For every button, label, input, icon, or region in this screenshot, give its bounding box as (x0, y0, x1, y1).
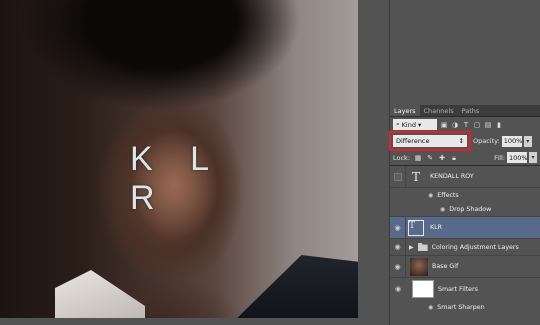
layer-effect-drop-shadow[interactable]: ◉ Drop Shadow (390, 202, 540, 217)
pixel-filter-icon[interactable]: ▣ (440, 121, 448, 129)
hair-shading (20, 0, 300, 120)
filter-kind-select[interactable]: ⌕ Kind ▾ (393, 119, 437, 130)
document-canvas-area: K L R (0, 0, 389, 325)
fill-label: Fill: (494, 153, 505, 162)
effects-label: Effects (437, 191, 459, 199)
eye-icon[interactable]: ◉ (428, 304, 433, 311)
panel-empty-area (390, 0, 540, 105)
visibility-toggle-off[interactable] (390, 166, 406, 187)
layer-name: KLR (430, 224, 443, 231)
eye-icon[interactable]: ◉ (390, 239, 406, 255)
lock-label: Lock: (393, 153, 411, 162)
eye-icon[interactable]: ◉ (390, 217, 406, 238)
opacity-input[interactable]: 100% (501, 135, 522, 147)
smart-sharpen-label: Smart Sharpen (437, 303, 485, 311)
opacity-slider-toggle[interactable]: ▾ (523, 135, 532, 147)
layer-filter-smart-sharpen[interactable]: ◉ Smart Sharpen (390, 300, 540, 314)
fill-input[interactable]: 100% (507, 152, 528, 163)
type-layer-thumbnail: T (406, 219, 426, 237)
adjustment-filter-icon[interactable]: ◑ (451, 121, 459, 129)
tab-channels[interactable]: Channels (420, 105, 458, 116)
lock-position-icon[interactable]: ✚ (438, 154, 446, 162)
blend-mode-select[interactable]: Difference ↕ (389, 131, 471, 151)
expand-triangle-icon[interactable]: ▶ (409, 244, 414, 251)
opacity-label: Opacity: (473, 137, 500, 145)
kind-label: Kind (401, 120, 416, 129)
type-icon: T (411, 169, 420, 184)
chevron-down-icon: ▾ (417, 120, 422, 129)
magnify-icon: ⌕ (396, 120, 400, 128)
smart-object-thumbnail (410, 257, 428, 276)
tab-layers[interactable]: Layers (390, 105, 420, 116)
folder-icon (417, 243, 428, 251)
layer-smart-filters[interactable]: ◉ Smart Filters (390, 278, 540, 300)
layer-effects-row[interactable]: ◉ Effects (390, 188, 540, 202)
drop-shadow-label: Drop Shadow (449, 205, 492, 213)
lock-all-icon[interactable]: 🔒︎ (450, 154, 458, 162)
smart-object-filter-icon[interactable]: ▤ (484, 121, 492, 129)
layer-list: T KENDALL ROY ◉ Effects ◉ Drop Shadow ◉ … (390, 165, 540, 314)
blend-mode-value: Difference (396, 137, 430, 145)
layer-group-coloring[interactable]: ◉ ▶ Coloring Adjustment Layers (390, 239, 540, 256)
layer-name: KENDALL ROY (430, 173, 474, 180)
layer-name: Coloring Adjustment Layers (431, 243, 519, 251)
canvas-overlay-text[interactable]: K L R (130, 140, 240, 218)
type-filter-icon[interactable]: T (462, 121, 470, 129)
lock-pixels-icon[interactable]: ✎ (426, 154, 434, 162)
panel-tabs: Layers Channels Paths (390, 105, 540, 117)
layer-base-gif[interactable]: ◉ Base Gif (390, 256, 540, 278)
eye-icon[interactable]: ◉ (428, 192, 433, 199)
layer-filter-row: ⌕ Kind ▾ ▣ ◑ T ▢ ▤ ▮ (390, 117, 540, 132)
lock-transparency-icon[interactable]: ▦ (414, 154, 422, 162)
layers-panel: Layers Channels Paths ⌕ Kind ▾ ▣ ◑ T ▢ ▤… (389, 0, 540, 325)
tab-paths[interactable]: Paths (458, 105, 484, 116)
eye-icon[interactable]: ◉ (390, 278, 406, 300)
eye-icon[interactable]: ◉ (440, 206, 445, 213)
type-layer-thumbnail: T (406, 168, 426, 186)
lock-row: Lock: ▦ ✎ ✚ 🔒︎ Fill: 100% ▾ (390, 150, 540, 165)
filter-toggle-icon[interactable]: ▮ (495, 121, 503, 129)
filter-mask-thumbnail (412, 280, 434, 298)
smart-filters-label: Smart Filters (438, 285, 478, 293)
shape-filter-icon[interactable]: ▢ (473, 121, 481, 129)
image-canvas[interactable]: K L R (0, 0, 358, 318)
blend-row: Difference ↕ Opacity: 100% ▾ (389, 131, 540, 151)
fill-slider-toggle[interactable]: ▾ (529, 152, 537, 163)
type-icon: T (408, 219, 424, 236)
layer-klr[interactable]: ◉ T KLR (390, 217, 540, 239)
layer-kendall-roy[interactable]: T KENDALL ROY (390, 166, 540, 188)
eye-icon[interactable]: ◉ (390, 256, 406, 277)
chevron-updown-icon: ↕ (458, 137, 464, 145)
layer-name: Base Gif (432, 263, 459, 270)
